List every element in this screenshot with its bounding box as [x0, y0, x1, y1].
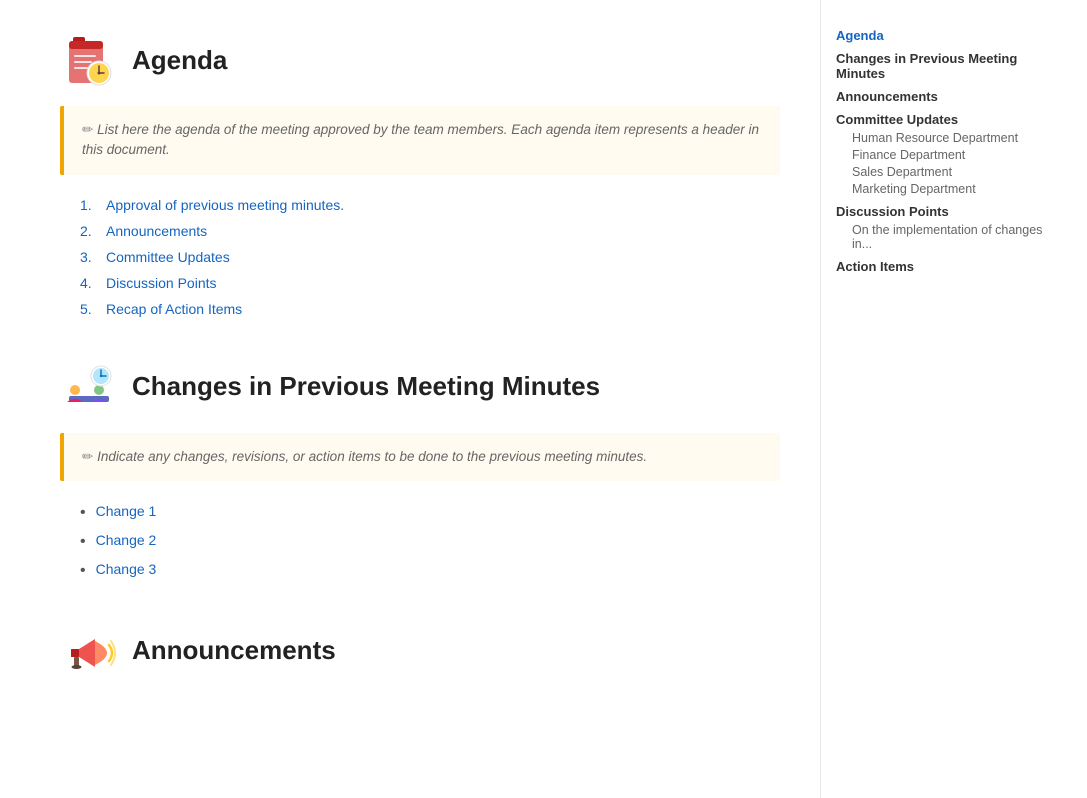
list-item[interactable]: Announcements — [80, 223, 780, 239]
changes-list: Change 1 Change 2 Change 3 — [60, 503, 780, 581]
changes-icon — [60, 357, 120, 417]
announcements-header: Announcements — [60, 620, 780, 680]
changes-info-text: Indicate any changes, revisions, or acti… — [82, 447, 762, 467]
list-item[interactable]: Change 2 — [80, 532, 780, 551]
sidebar-item-marketing-dept[interactable]: Marketing Department — [836, 182, 1065, 196]
list-item[interactable]: Discussion Points — [80, 275, 780, 291]
sidebar-item-committee-updates[interactable]: Committee Updates — [836, 112, 1065, 127]
sidebar-item-on-implementation[interactable]: On the implementation of changes in... — [836, 223, 1065, 251]
agenda-list: Approval of previous meeting minutes. An… — [60, 197, 780, 317]
changes-header: Changes in Previous Meeting Minutes — [60, 357, 780, 417]
agenda-icon — [60, 30, 120, 90]
sidebar-item-action-items[interactable]: Action Items — [836, 259, 1065, 274]
list-item[interactable]: Change 3 — [80, 561, 780, 580]
changes-title: Changes in Previous Meeting Minutes — [132, 371, 600, 402]
list-item[interactable]: Recap of Action Items — [80, 301, 780, 317]
agenda-title: Agenda — [132, 45, 227, 76]
sidebar-item-discussion-points[interactable]: Discussion Points — [836, 204, 1065, 219]
sidebar-item-finance-dept[interactable]: Finance Department — [836, 148, 1065, 162]
changes-info-box: Indicate any changes, revisions, or acti… — [60, 433, 780, 481]
list-item[interactable]: Committee Updates — [80, 249, 780, 265]
list-item[interactable]: Change 1 — [80, 503, 780, 522]
announcements-icon — [60, 620, 120, 680]
agenda-header: Agenda — [60, 30, 780, 90]
announcements-section: Announcements — [60, 620, 780, 680]
agenda-info-box: List here the agenda of the meeting appr… — [60, 106, 780, 175]
announcements-title: Announcements — [132, 635, 336, 666]
agenda-section: Agenda List here the agenda of the meeti… — [60, 30, 780, 317]
list-item[interactable]: Approval of previous meeting minutes. — [80, 197, 780, 213]
main-content: Agenda List here the agenda of the meeti… — [0, 0, 820, 798]
sidebar-item-agenda[interactable]: Agenda — [836, 28, 1065, 43]
sidebar: Agenda Changes in Previous Meeting Minut… — [820, 0, 1080, 798]
changes-section: Changes in Previous Meeting Minutes Indi… — [60, 357, 780, 581]
sidebar-item-announcements[interactable]: Announcements — [836, 89, 1065, 104]
sidebar-item-hr-dept[interactable]: Human Resource Department — [836, 131, 1065, 145]
sidebar-item-sales-dept[interactable]: Sales Department — [836, 165, 1065, 179]
sidebar-item-changes[interactable]: Changes in Previous Meeting Minutes — [836, 51, 1065, 81]
agenda-info-text: List here the agenda of the meeting appr… — [82, 120, 762, 161]
